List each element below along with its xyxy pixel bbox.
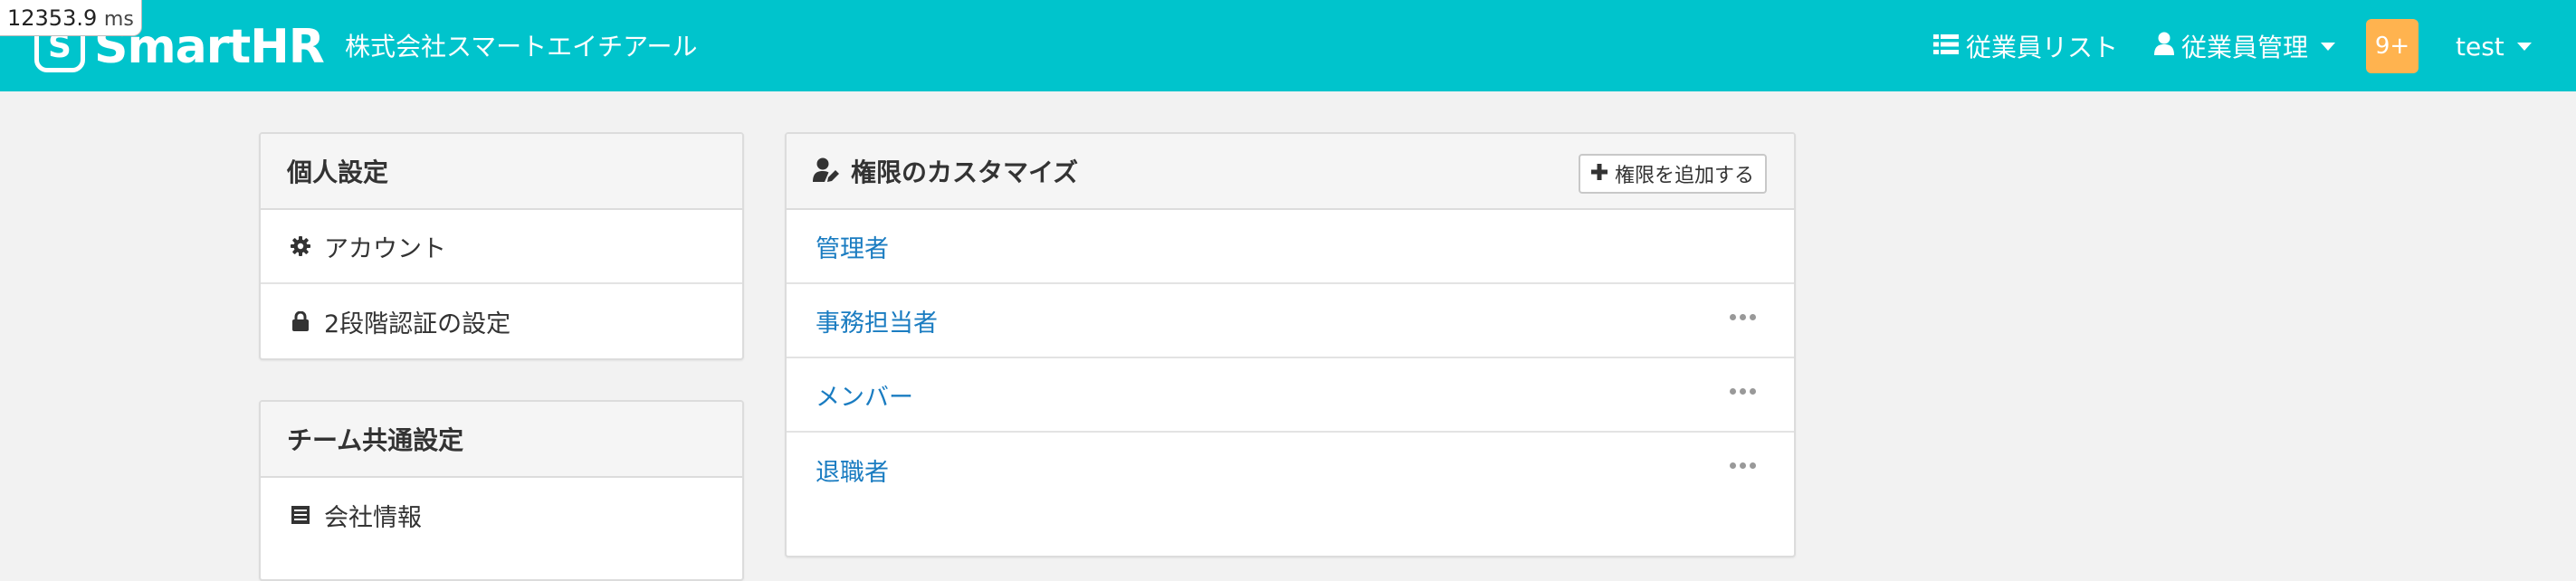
sidebar-item-label: 2段階認証の設定	[324, 310, 511, 338]
timing-unit: ms	[103, 8, 134, 31]
employee-list-label: 従業員リスト	[1966, 33, 2119, 62]
lock-icon	[290, 311, 311, 331]
employee-management-label: 従業員管理	[2181, 33, 2309, 62]
plus-icon	[1590, 163, 1608, 186]
sidebar-item-account[interactable]: アカウント	[261, 210, 742, 284]
add-permission-label: 権限を追加する	[1614, 165, 1754, 187]
sidebar-item-company-info[interactable]: 会社情報	[261, 478, 742, 552]
top-navbar: S SmartHR 株式会社スマートエイチアール 従業員リスト 従業員管理 9+…	[0, 0, 2576, 91]
chevron-down-icon	[2321, 42, 2336, 51]
employee-list-link[interactable]: 従業員リスト	[1933, 27, 2118, 65]
gear-icon	[290, 236, 311, 256]
personal-settings-panel: 個人設定 アカウント 2段階認証の設定	[259, 132, 744, 360]
notification-badge[interactable]: 9+	[2366, 19, 2419, 73]
team-settings-title: チーム共通設定	[261, 402, 742, 478]
add-permission-button[interactable]: 権限を追加する	[1578, 154, 1767, 194]
list-icon	[290, 506, 311, 524]
role-row-office-staff: 事務担当者	[787, 284, 1794, 358]
timing-value: 12353.9	[7, 5, 98, 31]
user-name: test	[2456, 31, 2504, 62]
company-name: 株式会社スマートエイチアール	[345, 32, 698, 62]
role-row-retired: 退職者	[787, 433, 1794, 507]
role-link[interactable]: 管理者	[816, 229, 889, 264]
personal-settings-title: 個人設定	[261, 134, 742, 210]
user-menu-dropdown[interactable]: test	[2456, 27, 2532, 65]
role-row-admin: 管理者	[787, 210, 1794, 284]
page-title: 権限のカスタマイズ	[851, 157, 1079, 187]
chevron-down-icon	[2516, 42, 2532, 51]
load-timing-label: 12353.9 ms	[0, 0, 142, 36]
team-settings-panel: チーム共通設定 会社情報	[259, 400, 744, 581]
more-options-icon[interactable]	[1730, 462, 1756, 469]
sidebar-item-label: アカウント	[324, 234, 446, 263]
role-row-member: メンバー	[787, 358, 1794, 433]
sidebar-item-label: 会社情報	[324, 503, 422, 532]
sidebar-item-two-factor[interactable]: 2段階認証の設定	[261, 284, 742, 358]
role-link[interactable]: メンバー	[816, 377, 913, 413]
more-options-icon[interactable]	[1730, 314, 1756, 320]
list-icon	[1933, 32, 1959, 62]
role-link[interactable]: 退職者	[816, 452, 889, 488]
employee-management-dropdown[interactable]: 従業員管理	[2154, 27, 2336, 65]
user-icon	[2154, 32, 2174, 62]
role-link[interactable]: 事務担当者	[816, 303, 938, 338]
permission-customize-panel: 権限のカスタマイズ 権限を追加する 管理者 事務担当者 メンバー 退職者	[785, 132, 1796, 557]
more-options-icon[interactable]	[1730, 388, 1756, 395]
permission-panel-header: 権限のカスタマイズ 権限を追加する	[787, 134, 1794, 210]
user-edit-icon	[813, 157, 840, 185]
